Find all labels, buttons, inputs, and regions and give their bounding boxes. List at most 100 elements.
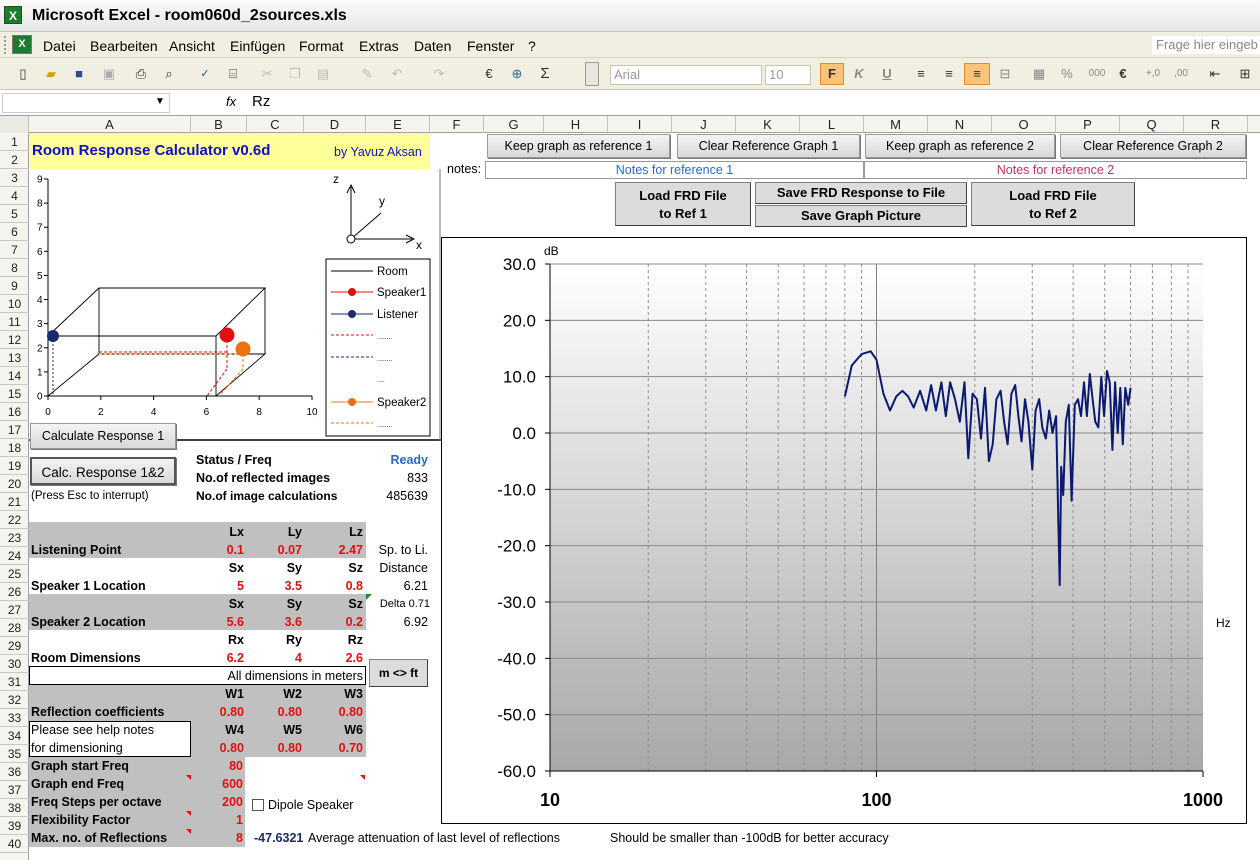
save-frd-button[interactable]: Save FRD Response to File — [755, 182, 967, 204]
row-header-17[interactable]: 17 — [0, 421, 29, 439]
room-x[interactable]: 6.2 — [200, 649, 244, 667]
load-frd-ref2-button[interactable]: Load FRD File to Ref 2 — [971, 182, 1135, 226]
col-header-f[interactable]: F — [430, 116, 484, 133]
row-header-36[interactable]: 36 — [0, 763, 29, 781]
w6[interactable]: 0.70 — [320, 739, 363, 757]
fx-icon[interactable]: fx — [226, 94, 236, 109]
borders-icon[interactable]: ⊞ — [1236, 66, 1254, 82]
menu-datei[interactable]: Datei — [43, 38, 76, 54]
row-header-25[interactable]: 25 — [0, 565, 29, 583]
col-header-h[interactable]: H — [544, 116, 608, 133]
underline-button[interactable]: U — [878, 66, 896, 82]
lp-x[interactable]: 0.1 — [200, 541, 244, 559]
row-header-12[interactable]: 12 — [0, 331, 29, 349]
col-header-l[interactable]: L — [800, 116, 864, 133]
row-header-10[interactable]: 10 — [0, 295, 29, 313]
row-header-16[interactable]: 16 — [0, 403, 29, 421]
new-icon[interactable]: ▯ — [14, 66, 32, 82]
clear-ref2-button[interactable]: Clear Reference Graph 2 — [1060, 134, 1246, 158]
print-icon[interactable]: ⎙ — [132, 66, 150, 82]
toolbar-options-icon[interactable] — [585, 62, 599, 86]
col-header-q[interactable]: Q — [1120, 116, 1184, 133]
col-header-n[interactable]: N — [928, 116, 992, 133]
freq-steps[interactable]: 200 — [200, 793, 243, 811]
col-header-g[interactable]: G — [484, 116, 544, 133]
s2-z[interactable]: 0.2 — [320, 613, 363, 631]
row-header-22[interactable]: 22 — [0, 511, 29, 529]
col-header-e[interactable]: E — [366, 116, 430, 133]
save-graph-picture-button[interactable]: Save Graph Picture — [755, 205, 967, 227]
menu-fenster[interactable]: Fenster — [467, 38, 514, 54]
hyperlink-icon[interactable]: ⊕ — [508, 66, 526, 82]
row-header-14[interactable]: 14 — [0, 367, 29, 385]
col-header-c[interactable]: C — [247, 116, 304, 133]
italic-button[interactable]: K — [850, 66, 868, 82]
menu-extras[interactable]: Extras — [359, 38, 399, 54]
row-header-31[interactable]: 31 — [0, 673, 29, 691]
row-header-3[interactable]: 3 — [0, 169, 29, 187]
euro-conversion-icon[interactable]: € — [480, 66, 498, 82]
s1-y[interactable]: 3.5 — [258, 577, 302, 595]
align-center-icon[interactable]: ≡ — [940, 66, 958, 82]
room-z[interactable]: 2.6 — [320, 649, 363, 667]
row-header-23[interactable]: 23 — [0, 529, 29, 547]
row-header-26[interactable]: 26 — [0, 583, 29, 601]
row-header-20[interactable]: 20 — [0, 475, 29, 493]
row-header-35[interactable]: 35 — [0, 745, 29, 763]
col-header-i[interactable]: I — [608, 116, 672, 133]
max-reflections[interactable]: 8 — [200, 829, 243, 847]
currency-icon[interactable]: ▦ — [1030, 66, 1048, 82]
row-header-34[interactable]: 34 — [0, 727, 29, 745]
menu-help[interactable]: ? — [528, 38, 536, 54]
merge-center-icon[interactable]: ⊟ — [996, 66, 1014, 82]
s2-x[interactable]: 5.6 — [200, 613, 244, 631]
units-toggle-button[interactable]: m <> ft — [369, 659, 428, 687]
dipole-checkbox[interactable] — [252, 799, 264, 811]
row-header-30[interactable]: 30 — [0, 655, 29, 673]
s2-y[interactable]: 3.6 — [258, 613, 302, 631]
graph-start-freq[interactable]: 80 — [200, 757, 243, 775]
workbook-icon[interactable]: X — [12, 35, 32, 54]
w1[interactable]: 0.80 — [200, 703, 244, 721]
align-right-icon[interactable]: ≡ — [964, 63, 990, 85]
row-header-28[interactable]: 28 — [0, 619, 29, 637]
row-header-29[interactable]: 29 — [0, 637, 29, 655]
col-header-j[interactable]: J — [672, 116, 736, 133]
menu-format[interactable]: Format — [299, 38, 343, 54]
redo-icon[interactable]: ↷ — [430, 66, 448, 82]
lp-z[interactable]: 2.47 — [320, 541, 363, 559]
w3[interactable]: 0.80 — [320, 703, 363, 721]
row-header-21[interactable]: 21 — [0, 493, 29, 511]
font-name-select[interactable]: Arial — [610, 65, 762, 85]
row-header-39[interactable]: 39 — [0, 817, 29, 835]
print-preview-icon[interactable]: ⌕ — [160, 66, 178, 82]
thousands-icon[interactable]: 000 — [1086, 66, 1108, 82]
clear-ref1-button[interactable]: Clear Reference Graph 1 — [677, 134, 860, 158]
menu-daten[interactable]: Daten — [414, 38, 451, 54]
calc-response-12-button[interactable]: Calc. Response 1&2 — [30, 457, 176, 485]
save-icon[interactable]: ■ — [70, 66, 88, 82]
help-question-box[interactable]: Frage hier eingeb — [1152, 36, 1260, 54]
graph-end-freq[interactable]: 600 — [200, 775, 243, 793]
formula-input[interactable]: Rz — [252, 93, 270, 110]
row-header-8[interactable]: 8 — [0, 259, 29, 277]
col-header-m[interactable]: M — [864, 116, 928, 133]
flexibility-factor[interactable]: 1 — [200, 811, 243, 829]
cut-icon[interactable]: ✂ — [258, 66, 276, 82]
row-header-7[interactable]: 7 — [0, 241, 29, 259]
open-icon[interactable]: ▰ — [42, 66, 60, 82]
menu-bearbeiten[interactable]: Bearbeiten — [90, 38, 158, 54]
keep-ref2-button[interactable]: Keep graph as reference 2 — [865, 134, 1055, 158]
increase-decimal-icon[interactable]: +,0 — [1142, 66, 1164, 82]
font-size-select[interactable]: 10 — [765, 65, 811, 85]
col-header-a[interactable]: A — [29, 116, 191, 133]
col-header-r[interactable]: R — [1184, 116, 1248, 133]
name-box[interactable] — [2, 93, 170, 113]
s1-z[interactable]: 0.8 — [320, 577, 363, 595]
row-header-11[interactable]: 11 — [0, 313, 29, 331]
permission-icon[interactable]: ▣ — [100, 66, 118, 82]
format-painter-icon[interactable]: ✎ — [358, 66, 376, 82]
row-header-40[interactable]: 40 — [0, 835, 29, 853]
w2[interactable]: 0.80 — [258, 703, 302, 721]
s1-x[interactable]: 5 — [200, 577, 244, 595]
